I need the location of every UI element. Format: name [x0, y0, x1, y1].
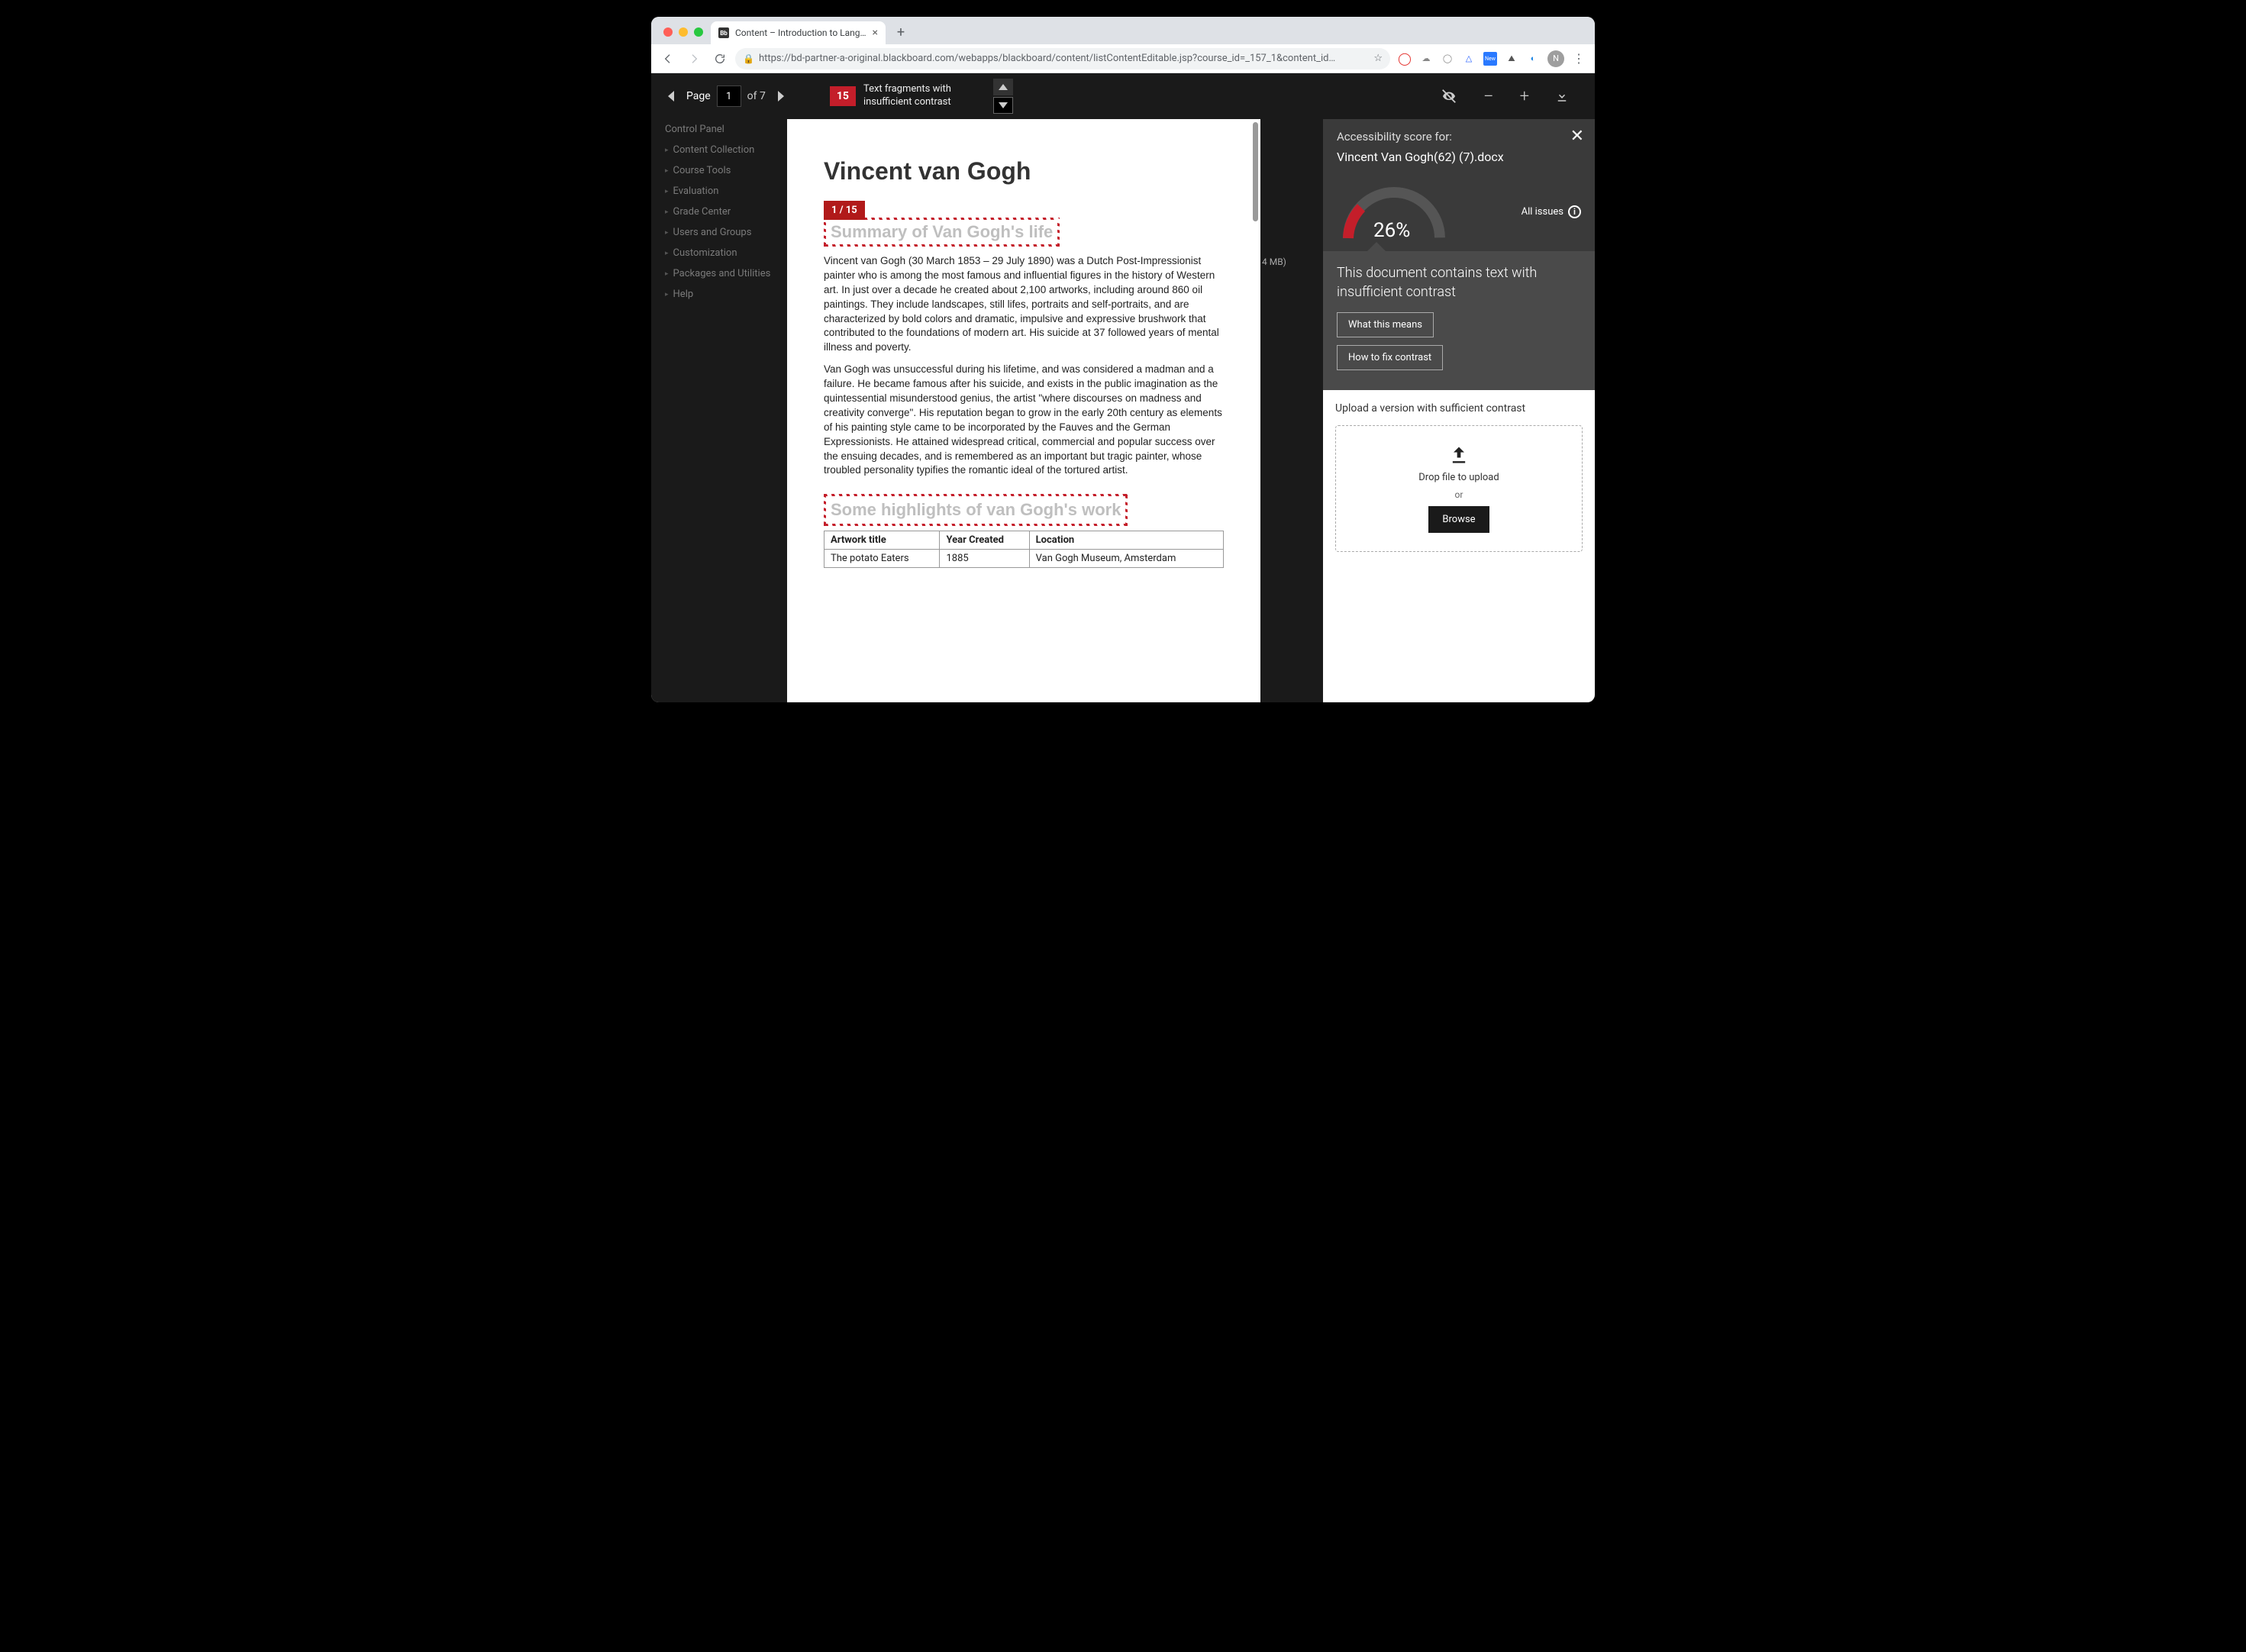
sidebar-item[interactable]: ▸Evaluation — [665, 181, 804, 202]
url-bar[interactable]: 🔒 https://bd-partner-a-original.blackboa… — [735, 48, 1390, 69]
browse-button[interactable]: Browse — [1428, 506, 1489, 533]
new-tab-button[interactable]: + — [890, 21, 912, 43]
ext-icon-2[interactable]: ☁ — [1419, 52, 1433, 66]
how-to-fix-button[interactable]: How to fix contrast — [1337, 345, 1443, 370]
ext-icon-6[interactable]: ⛰ — [1505, 52, 1518, 66]
contrast-issue-heading[interactable]: Some highlights of van Gogh's work — [824, 494, 1128, 526]
visibility-off-icon[interactable] — [1441, 88, 1457, 105]
zoom-out-button[interactable]: − — [1483, 86, 1494, 107]
issue-position-badge: 1 / 15 — [824, 201, 865, 220]
next-issue-button[interactable] — [993, 97, 1013, 114]
file-size-hint: 4 MB) — [1262, 257, 1286, 267]
issue-description: Text fragments with insufficient contras… — [863, 83, 986, 109]
course-sidebar: Control Panel ▸Content Collection ▸Cours… — [651, 119, 804, 305]
doc-paragraph: Van Gogh was unsuccessful during his lif… — [824, 363, 1224, 478]
table-header: Year Created — [940, 531, 1029, 550]
table-header: Location — [1029, 531, 1223, 550]
table-row: The potato Eaters 1885 Van Gogh Museum, … — [825, 550, 1224, 568]
next-page-button[interactable] — [772, 87, 790, 105]
dropzone-text: Drop file to upload — [1418, 472, 1499, 483]
address-bar-row: 🔒 https://bd-partner-a-original.blackboa… — [651, 44, 1595, 73]
artwork-table: Artwork title Year Created Location The … — [824, 531, 1224, 568]
close-tab-icon[interactable]: × — [873, 27, 878, 39]
doc-paragraph: Vincent van Gogh (30 March 1853 – 29 Jul… — [824, 254, 1224, 355]
minimize-window-button[interactable] — [679, 27, 688, 37]
sidebar-item[interactable]: ▸Content Collection — [665, 140, 804, 160]
ext-icon-4[interactable]: △ — [1462, 52, 1476, 66]
sidebar-item[interactable]: ▸Help — [665, 284, 804, 305]
download-button[interactable] — [1555, 89, 1569, 103]
prev-issue-button[interactable] — [993, 79, 1013, 95]
contrast-issue-heading[interactable]: Summary of Van Gogh's life — [824, 218, 1060, 247]
zoom-in-button[interactable]: + — [1520, 87, 1529, 106]
page-label: Page — [686, 90, 711, 102]
table-header: Artwork title — [825, 531, 940, 550]
issue-count-badge: 15 — [830, 86, 856, 106]
maximize-window-button[interactable] — [694, 27, 703, 37]
sidebar-item[interactable]: ▸Course Tools — [665, 160, 804, 181]
page-total: of 7 — [747, 90, 766, 102]
issue-title: This document contains text with insuffi… — [1337, 263, 1581, 302]
back-button[interactable] — [657, 48, 679, 69]
forward-button[interactable] — [683, 48, 705, 69]
star-icon[interactable]: ☆ — [1373, 53, 1383, 64]
what-this-means-button[interactable]: What this means — [1337, 312, 1434, 337]
page-input[interactable] — [717, 86, 741, 107]
favicon-icon — [718, 27, 729, 38]
sidebar-item[interactable]: ▸Packages and Utilities — [665, 263, 804, 284]
tab-title: Content – Introduction to Lang… — [735, 27, 866, 38]
close-window-button[interactable] — [663, 27, 673, 37]
ext-icon-5[interactable]: New — [1483, 52, 1497, 66]
accessibility-panel: ✕ Accessibility score for: Vincent Van G… — [1323, 119, 1595, 702]
dropzone-or: or — [1455, 489, 1463, 500]
ext-icon-7[interactable]: ◐ — [1526, 52, 1540, 66]
scrollbar-thumb[interactable] — [1253, 122, 1258, 221]
score-value: 26% — [1373, 219, 1410, 242]
score-filename: Vincent Van Gogh(62) (7).docx — [1337, 150, 1581, 164]
prev-page-button[interactable] — [662, 87, 680, 105]
info-icon: i — [1568, 205, 1581, 218]
lock-icon: 🔒 — [743, 53, 754, 64]
profile-avatar[interactable]: N — [1547, 50, 1564, 67]
close-panel-button[interactable]: ✕ — [1570, 127, 1584, 146]
window-controls — [659, 27, 711, 44]
upload-title: Upload a version with sufficient contras… — [1335, 402, 1583, 415]
doc-title: Vincent van Gogh — [824, 157, 1224, 186]
score-label: Accessibility score for: — [1337, 130, 1581, 144]
upload-icon — [1448, 444, 1470, 466]
viewer-toolbar: Page of 7 15 Text fragments with insuffi… — [651, 73, 1595, 119]
ext-icon-3[interactable]: ◯ — [1441, 52, 1454, 66]
kebab-menu-icon[interactable]: ⋮ — [1572, 52, 1586, 66]
extensions: ◯ ☁ ◯ △ New ⛰ ◐ N ⋮ — [1395, 50, 1589, 67]
all-issues-link[interactable]: All issues i — [1522, 205, 1581, 218]
url-text: https://bd-partner-a-original.blackboard… — [759, 53, 1335, 64]
sidebar-item[interactable]: ▸Users and Groups — [665, 222, 804, 243]
sidebar-item[interactable]: ▸Grade Center — [665, 202, 804, 222]
ext-icon-1[interactable]: ◯ — [1398, 52, 1412, 66]
browser-tab-bar: Content – Introduction to Lang… × + — [651, 17, 1595, 44]
sidebar-item[interactable]: ▸Customization — [665, 243, 804, 263]
browser-tab[interactable]: Content – Introduction to Lang… × — [711, 21, 886, 44]
reload-button[interactable] — [709, 48, 731, 69]
score-gauge: 26% — [1337, 181, 1451, 242]
document-preview: Vincent van Gogh 1 / 15 Summary of Van G… — [787, 119, 1260, 702]
sidebar-item[interactable]: Control Panel — [665, 119, 804, 140]
file-dropzone[interactable]: Drop file to upload or Browse — [1335, 425, 1583, 552]
